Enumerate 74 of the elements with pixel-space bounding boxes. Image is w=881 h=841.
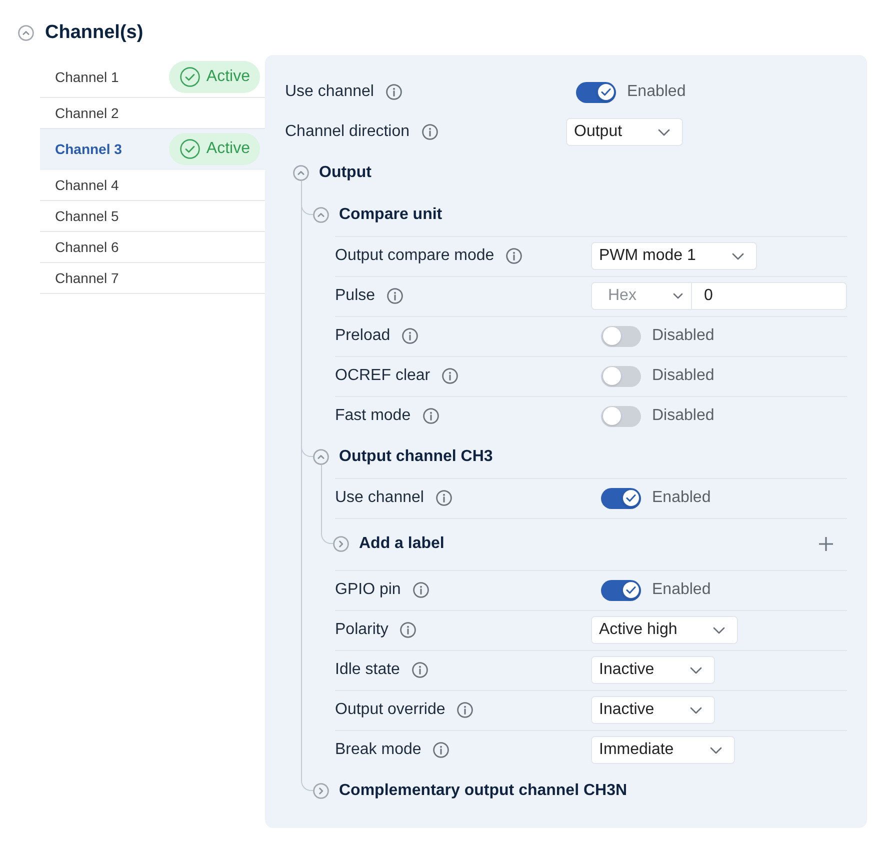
toggle-status: Enabled xyxy=(652,489,711,507)
setting-label: Preload xyxy=(335,327,390,345)
toggle-switch[interactable] xyxy=(601,488,641,508)
chevron-up-icon[interactable] xyxy=(18,25,34,41)
status-text: Active xyxy=(206,140,250,158)
setting-label: Fast mode xyxy=(335,407,411,425)
info-icon[interactable] xyxy=(400,622,416,638)
info-icon[interactable] xyxy=(412,582,429,598)
setting-label: Idle state xyxy=(335,661,400,679)
chevron-up-icon[interactable] xyxy=(313,207,329,223)
chevron-down-icon xyxy=(690,666,702,674)
group-title: Add a label xyxy=(359,535,444,553)
group-title: Output channel CH3 xyxy=(339,448,493,466)
info-icon[interactable] xyxy=(506,248,522,264)
toggle-switch[interactable] xyxy=(576,82,616,102)
dropdown[interactable]: PWM mode 1 xyxy=(591,242,757,270)
check-circle-icon xyxy=(180,67,200,87)
setting-label: Output override xyxy=(335,701,446,719)
setting-label: Break mode xyxy=(335,741,422,759)
chevron-up-icon[interactable] xyxy=(313,449,329,465)
chevron-down-icon xyxy=(732,252,744,260)
chevron-down-icon xyxy=(713,626,726,634)
setting-label: Use channel xyxy=(285,83,374,101)
info-icon[interactable] xyxy=(436,490,452,506)
info-icon[interactable] xyxy=(386,84,402,100)
info-icon[interactable] xyxy=(442,368,458,384)
check-icon xyxy=(626,586,636,594)
section-title: Channel(s) xyxy=(45,22,144,44)
chevron-down-icon xyxy=(658,128,670,136)
dropdown[interactable]: Active high xyxy=(591,616,738,644)
info-icon[interactable] xyxy=(422,124,438,140)
chevron-down-icon xyxy=(673,293,683,299)
setting-label: Use channel xyxy=(335,489,424,507)
toggle-status: Disabled xyxy=(652,367,714,385)
chevron-right-icon[interactable] xyxy=(313,783,329,799)
group-title: Output xyxy=(319,164,372,182)
dropdown[interactable]: Inactive xyxy=(591,696,716,724)
setting-label: Output compare mode xyxy=(335,247,494,265)
info-icon[interactable] xyxy=(387,288,404,304)
toggle-status: Enabled xyxy=(652,581,711,599)
toggle-status: Enabled xyxy=(627,83,686,101)
check-circle-icon xyxy=(180,139,200,159)
info-icon[interactable] xyxy=(412,662,428,678)
status-text: Active xyxy=(206,68,250,86)
info-icon[interactable] xyxy=(457,702,474,718)
group-title: Compare unit xyxy=(339,206,442,224)
number-field[interactable]: 0 xyxy=(692,282,847,310)
toggle-status: Disabled xyxy=(652,407,714,425)
setting-label: OCREF clear xyxy=(335,367,430,385)
info-icon[interactable] xyxy=(402,328,418,344)
chevron-down-icon xyxy=(710,746,722,754)
channel-item[interactable]: Channel 3 Active xyxy=(40,129,265,170)
setting-label: Channel direction xyxy=(285,123,410,141)
check-icon xyxy=(600,88,610,96)
chevron-right-icon[interactable] xyxy=(333,536,349,552)
toggle-switch[interactable] xyxy=(601,326,641,346)
chevron-down-icon xyxy=(690,706,702,714)
info-icon[interactable] xyxy=(433,742,450,758)
setting-label: GPIO pin xyxy=(335,581,401,599)
check-icon xyxy=(626,494,636,502)
toggle-switch[interactable] xyxy=(601,366,641,386)
group-title: Complementary output channel CH3N xyxy=(339,782,628,800)
toggle-switch[interactable] xyxy=(601,580,641,600)
channel-item[interactable]: Channel 1 Active xyxy=(40,57,265,98)
dropdown[interactable]: Output xyxy=(566,118,684,146)
info-icon[interactable] xyxy=(422,408,439,424)
toggle-switch[interactable] xyxy=(601,406,641,426)
dropdown[interactable]: Immediate xyxy=(591,736,735,764)
chevron-up-icon[interactable] xyxy=(293,165,309,181)
toggle-status: Disabled xyxy=(652,327,714,345)
plus-icon xyxy=(819,537,833,551)
setting-label: Polarity xyxy=(335,621,388,639)
dropdown[interactable]: Inactive xyxy=(591,656,716,684)
setting-label: Pulse xyxy=(335,287,376,305)
